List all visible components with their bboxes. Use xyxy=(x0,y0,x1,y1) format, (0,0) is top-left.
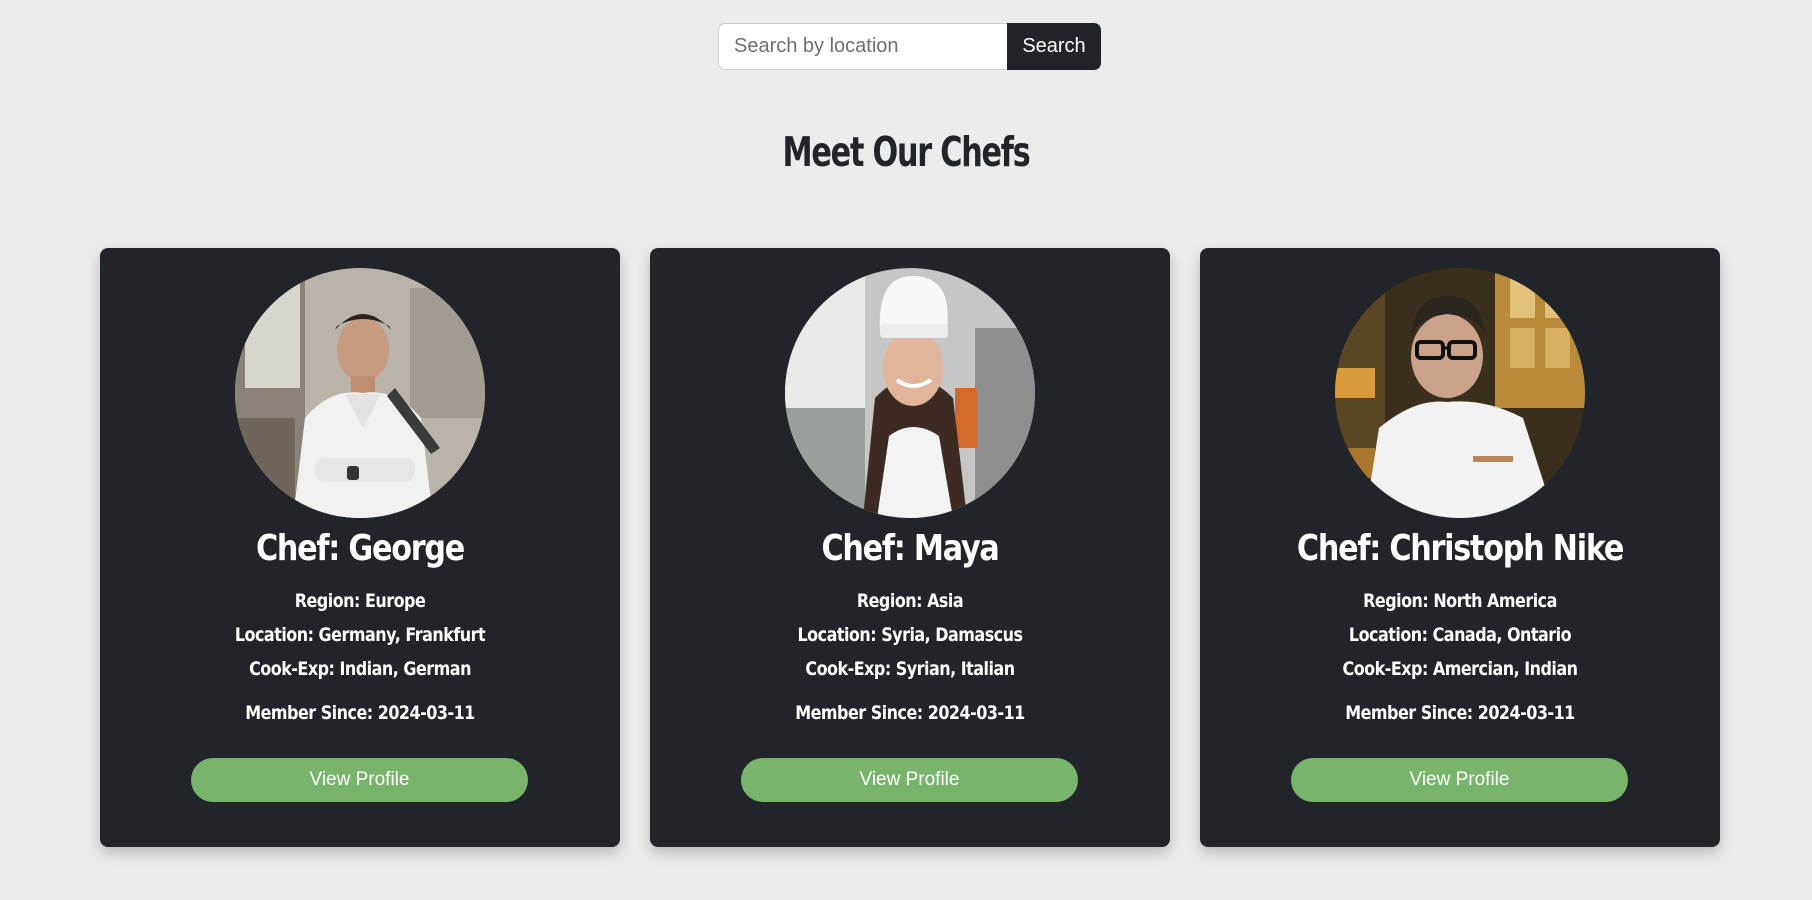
member-since-label: Member Since: xyxy=(1345,702,1473,724)
chef-avatar xyxy=(785,268,1035,518)
view-profile-button[interactable]: View Profile xyxy=(741,758,1078,802)
region-value: Europe xyxy=(364,590,426,612)
member-since-value: 2024-03-11 xyxy=(1477,702,1576,724)
chef-name: Chef: Christoph Nike xyxy=(1296,528,1624,569)
view-profile-button[interactable]: View Profile xyxy=(191,758,528,802)
chef-card: Chef: Christoph Nike Region: North Ameri… xyxy=(1200,248,1720,847)
chef-location: Location: Syria, Damascus xyxy=(692,624,1129,646)
chef-cook-exp: Cook-Exp: Indian, German xyxy=(142,658,579,680)
search-button[interactable]: Search xyxy=(1007,23,1101,70)
chef-photo xyxy=(235,268,485,518)
chef-region: Region: North America xyxy=(1242,590,1679,612)
cook-exp-label: Cook-Exp: xyxy=(1342,658,1428,680)
chef-region: Region: Asia xyxy=(692,590,1129,612)
chef-photo xyxy=(1335,268,1585,518)
chef-name: Chef: Maya xyxy=(821,528,999,569)
search-input[interactable] xyxy=(718,23,1007,70)
chef-photo xyxy=(785,268,1035,518)
member-since-value: 2024-03-11 xyxy=(927,702,1026,724)
chef-member-since: Member Since: 2024-03-11 xyxy=(142,702,579,724)
view-profile-button[interactable]: View Profile xyxy=(1291,758,1628,802)
chef-region: Region: Europe xyxy=(142,590,579,612)
cook-exp-label: Cook-Exp: xyxy=(249,658,335,680)
chef-card-list: Chef: George Region: Europe Location: Ge… xyxy=(100,248,1720,847)
region-label: Region: xyxy=(294,590,361,612)
chef-member-since: Member Since: 2024-03-11 xyxy=(692,702,1129,724)
chef-card: Chef: Maya Region: Asia Location: Syria,… xyxy=(650,248,1170,847)
chef-cook-exp: Cook-Exp: Amercian, Indian xyxy=(1242,658,1679,680)
location-value: Germany, Frankfurt xyxy=(318,624,486,646)
chef-name: Chef: George xyxy=(255,528,465,569)
chef-member-since: Member Since: 2024-03-11 xyxy=(1242,702,1679,724)
page-title: Meet Our Chefs xyxy=(782,128,1030,176)
cook-exp-value: Syrian, Italian xyxy=(895,658,1015,680)
location-label: Location: xyxy=(234,624,314,646)
location-label: Location: xyxy=(797,624,877,646)
region-label: Region: xyxy=(856,590,923,612)
chef-location: Location: Canada, Ontario xyxy=(1242,624,1679,646)
chef-location: Location: Germany, Frankfurt xyxy=(142,624,579,646)
chef-cook-exp: Cook-Exp: Syrian, Italian xyxy=(692,658,1129,680)
region-value: North America xyxy=(1433,590,1557,612)
member-since-label: Member Since: xyxy=(795,702,923,724)
cook-exp-label: Cook-Exp: xyxy=(805,658,891,680)
region-value: Asia xyxy=(927,590,964,612)
location-label: Location: xyxy=(1348,624,1428,646)
chef-card: Chef: George Region: Europe Location: Ge… xyxy=(100,248,620,847)
region-label: Region: xyxy=(1363,590,1429,612)
search-bar: Search xyxy=(718,23,1101,70)
chef-avatar xyxy=(1335,268,1585,518)
location-value: Syria, Damascus xyxy=(881,624,1023,646)
location-value: Canada, Ontario xyxy=(1432,624,1572,646)
chef-avatar xyxy=(235,268,485,518)
member-since-value: 2024-03-11 xyxy=(377,702,476,724)
member-since-label: Member Since: xyxy=(245,702,373,724)
cook-exp-value: Indian, German xyxy=(339,658,471,680)
cook-exp-value: Amercian, Indian xyxy=(1432,658,1578,680)
